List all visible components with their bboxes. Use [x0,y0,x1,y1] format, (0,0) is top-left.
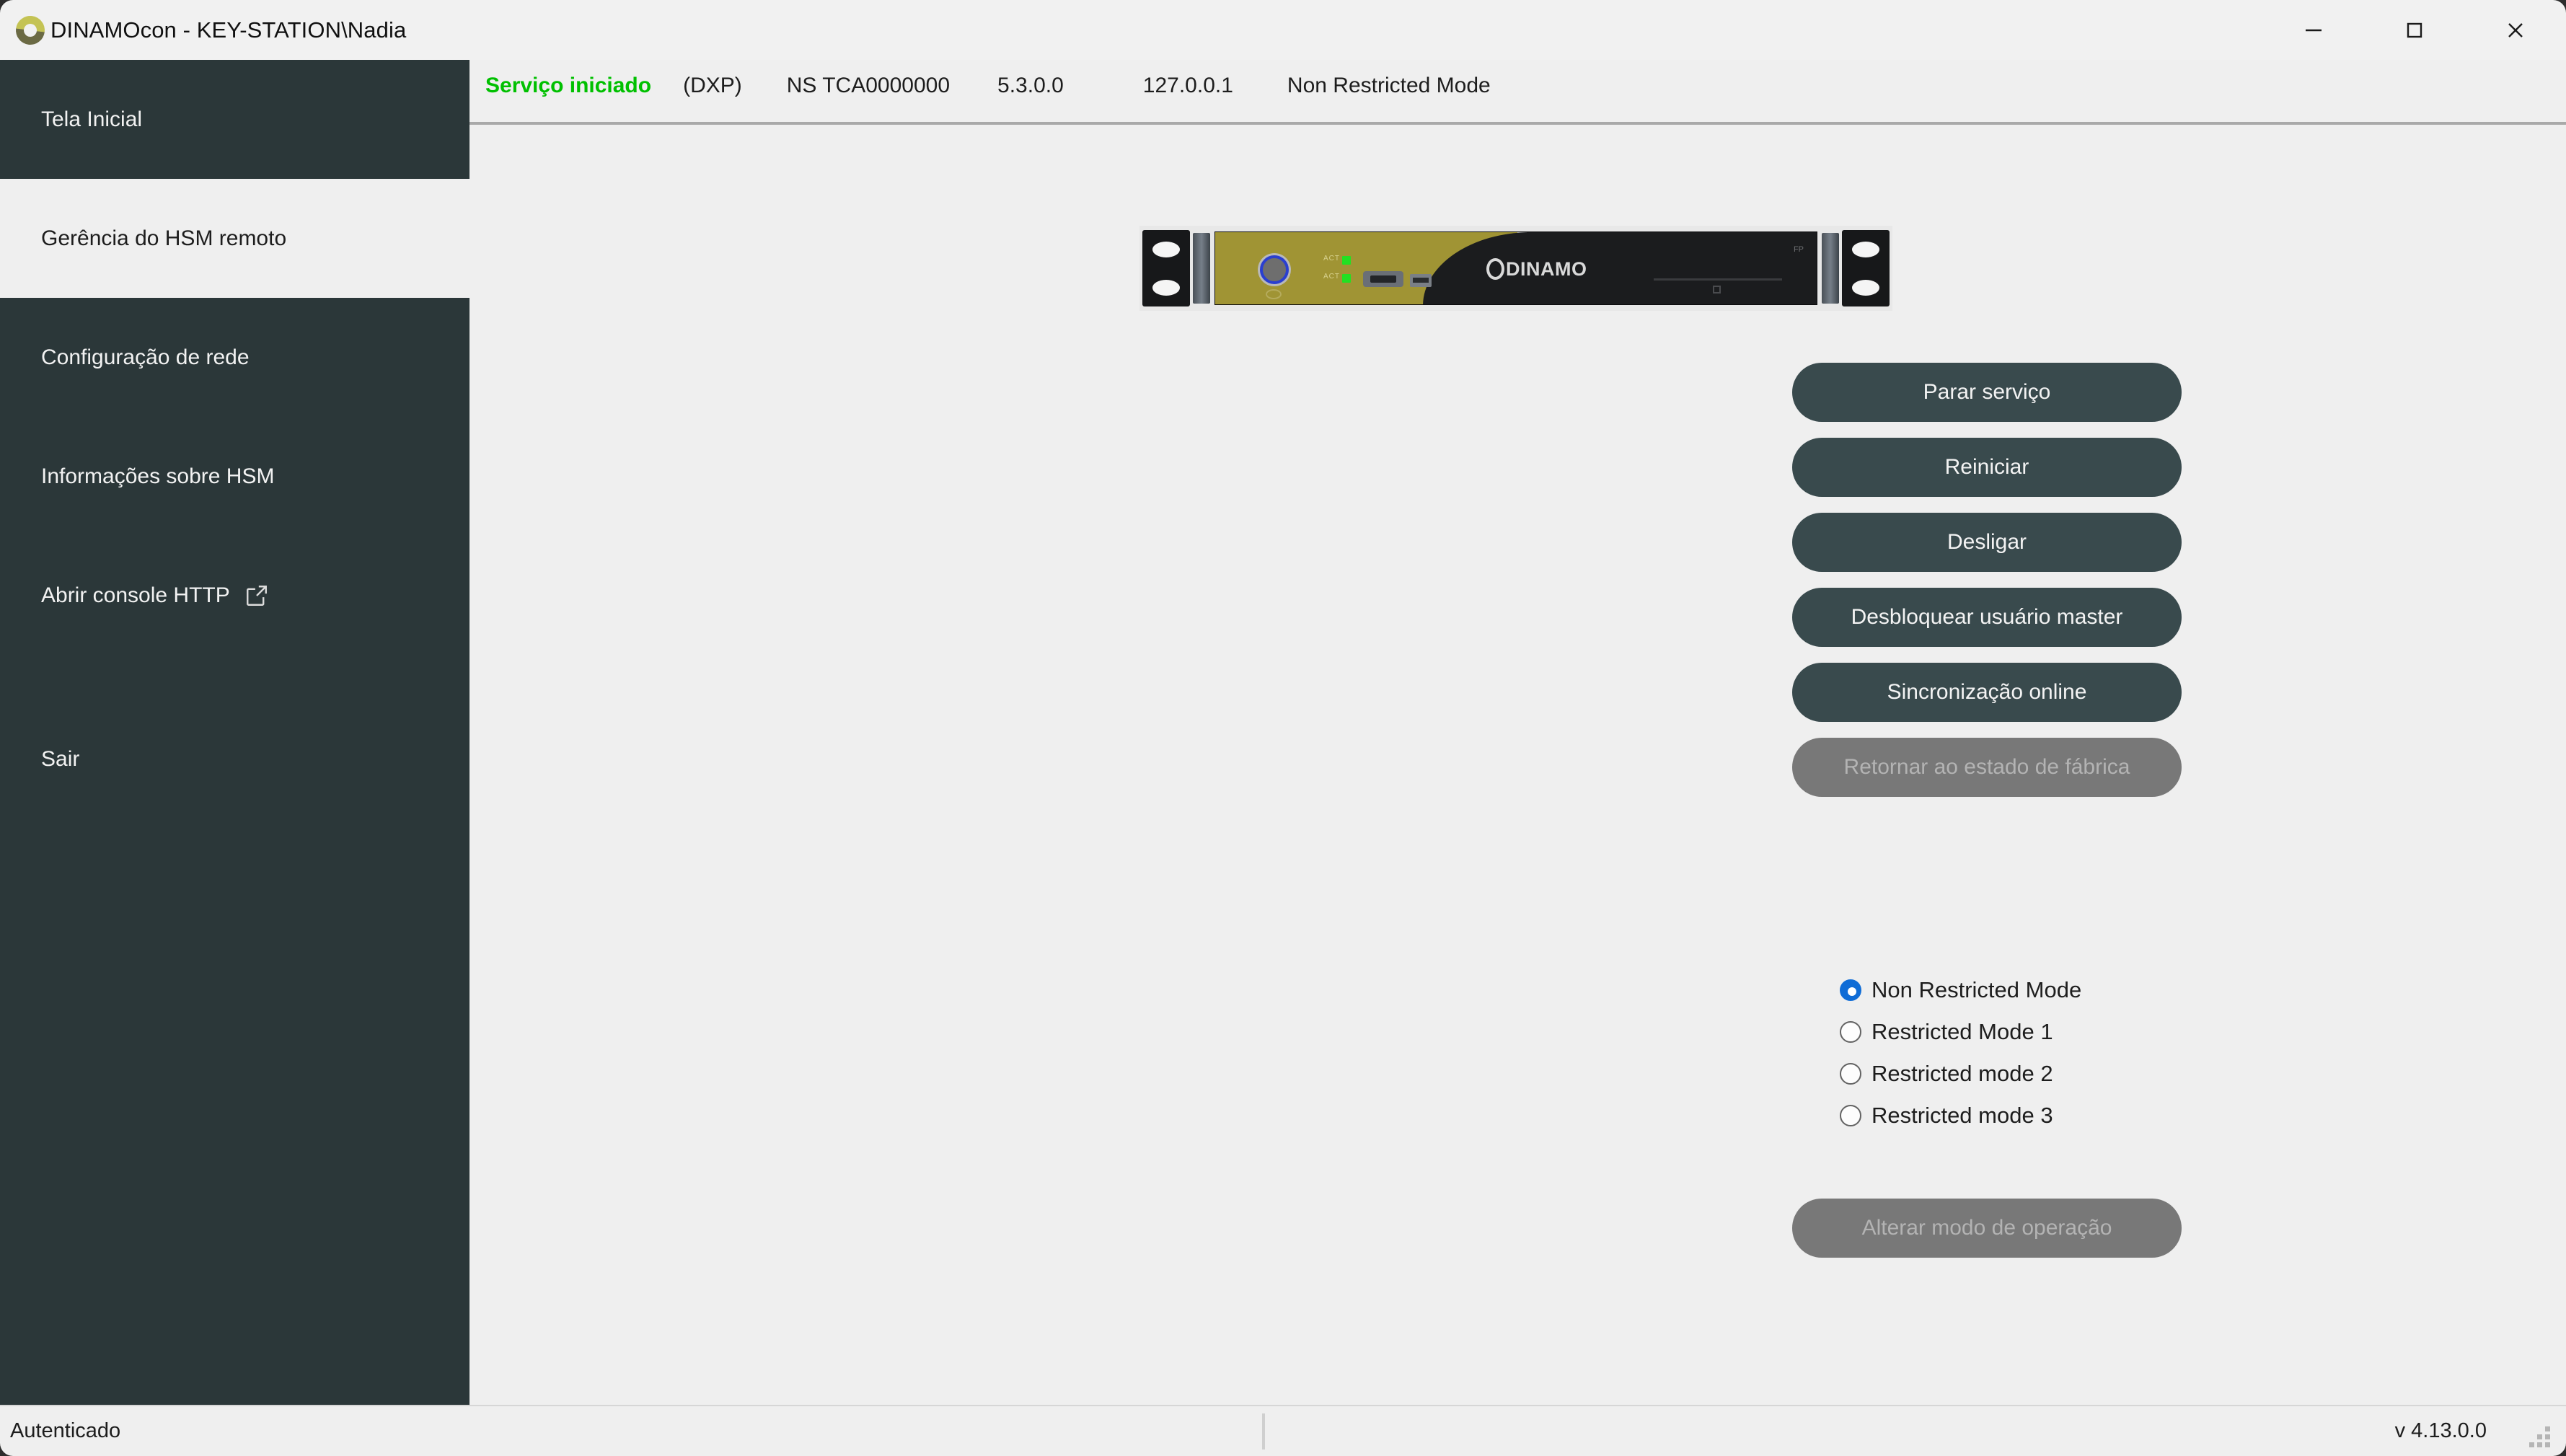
operation-mode-radio-group: Non Restricted Mode Restricted Mode 1 Re… [1840,977,2081,1129]
sidebar-item-label: Informações sobre HSM [41,464,275,488]
vga-port-icon [1363,271,1403,287]
sidebar-item-tela-inicial[interactable]: Tela Inicial [0,60,469,179]
hsm-action-buttons: Parar serviço Reiniciar Desligar Desbloq… [1792,363,2182,797]
title-bar: DINAMOcon - KEY-STATION\Nadia [0,0,2566,60]
sidebar-item-abrir-console-http[interactable]: Abrir console HTTP [0,536,469,655]
sidebar-item-label: Gerência do HSM remoto [41,226,287,250]
resize-grip-icon[interactable] [2528,1426,2550,1447]
radio-label: Non Restricted Mode [1871,977,2082,1002]
serial-number-text: NS TCA0000000 [786,74,951,97]
minimize-button[interactable] [2263,0,2364,60]
operation-mode-text: Non Restricted Mode [1287,74,1491,97]
app-version-text: v 4.13.0.0 [2394,1419,2487,1442]
power-symbol-icon [1266,289,1282,299]
sidebar-item-label: Tela Inicial [41,107,143,131]
sidebar-item-gerencia-hsm-remoto[interactable]: Gerência do HSM remoto [0,179,469,298]
radio-label: Restricted mode 2 [1871,1061,2053,1086]
dinamo-brand-logo: DINAMO [1486,258,1587,280]
radio-indicator-icon[interactable] [1840,1105,1861,1126]
change-operation-mode-button: Alterar modo de operação [1792,1199,2182,1258]
restart-button[interactable]: Reiniciar [1792,438,2182,497]
close-button[interactable] [2465,0,2566,60]
hsm-slot-indicator [1713,286,1721,294]
sidebar-item-informacoes-sobre-hsm[interactable]: Informações sobre HSM [0,417,469,536]
unlock-master-user-button[interactable]: Desbloquear usuário master [1792,588,2182,647]
rack-ear-left [1142,230,1190,306]
activity-led-1-icon [1342,256,1351,265]
auth-status-text: Autenticado [10,1419,121,1442]
radio-label: Restricted Mode 1 [1871,1019,2053,1044]
sidebar-navigation: Tela Inicial Gerência do HSM remoto Conf… [0,60,469,1405]
status-bar-separator [1262,1413,1265,1450]
rack-ear-right [1842,230,1890,306]
hsm-front-face: ACT ACT DINAMO FP [1214,231,1817,305]
led-label-1: ACT [1323,255,1340,262]
radio-restricted-mode-2[interactable]: Restricted mode 2 [1840,1061,2081,1087]
radio-indicator-icon[interactable] [1840,1063,1861,1085]
radio-indicator-icon[interactable] [1840,979,1861,1001]
rack-bar-right [1822,233,1839,304]
service-status-text: Serviço iniciado [485,74,652,97]
hsm-appliance-image: ACT ACT DINAMO FP [1139,226,1892,311]
led-label-2: ACT [1323,273,1340,281]
dinamo-brand-text: DINAMO [1506,257,1587,280]
sidebar-item-configuracao-de-rede[interactable]: Configuração de rede [0,298,469,417]
external-link-icon [244,583,269,608]
hsm-face-label: FP [1793,245,1804,254]
factory-reset-button: Retornar ao estado de fábrica [1792,738,2182,797]
rack-bar-left [1193,233,1210,304]
radio-restricted-mode-3[interactable]: Restricted mode 3 [1840,1103,2081,1129]
radio-label: Restricted mode 3 [1871,1103,2053,1128]
protocol-text: (DXP) [683,74,742,97]
window-title: DINAMOcon - KEY-STATION\Nadia [50,17,407,43]
sidebar-item-label: Configuração de rede [41,345,250,369]
dinamo-ring-glyph-icon [1486,258,1504,280]
online-sync-button[interactable]: Sincronização online [1792,663,2182,722]
stop-service-button[interactable]: Parar serviço [1792,363,2182,422]
header-status-line: Serviço iniciado (DXP) NS TCA0000000 5.3… [469,60,2566,112]
status-bar: Autenticado v 4.13.0.0 [0,1405,2566,1456]
maximize-button[interactable] [2364,0,2465,60]
sidebar-item-sair[interactable]: Sair [0,700,469,819]
radio-non-restricted-mode[interactable]: Non Restricted Mode [1840,977,2081,1003]
address-text: 127.0.0.1 [1142,74,1233,97]
radio-restricted-mode-1[interactable]: Restricted Mode 1 [1840,1019,2081,1045]
application-window: DINAMOcon - KEY-STATION\Nadia Tela Inici… [0,0,2566,1456]
main-content: Serviço iniciado (DXP) NS TCA0000000 5.3… [469,60,2566,1405]
power-button-icon [1260,255,1289,284]
shutdown-button[interactable]: Desligar [1792,513,2182,572]
hsm-drive-slot [1654,278,1782,281]
dinamo-ring-logo-icon [9,9,51,50]
sidebar-item-label: Abrir console HTTP [41,583,230,607]
activity-led-2-icon [1342,274,1351,283]
firmware-version-text: 5.3.0.0 [997,74,1064,97]
window-controls [2263,0,2566,60]
radio-indicator-icon[interactable] [1840,1021,1861,1043]
sidebar-item-label: Sair [41,746,80,771]
usb-port-icon [1410,274,1432,287]
title-bar-left: DINAMOcon - KEY-STATION\Nadia [0,9,407,50]
hsm-management-panel: ACT ACT DINAMO FP Parar serviço Reinicia… [469,125,2566,1405]
